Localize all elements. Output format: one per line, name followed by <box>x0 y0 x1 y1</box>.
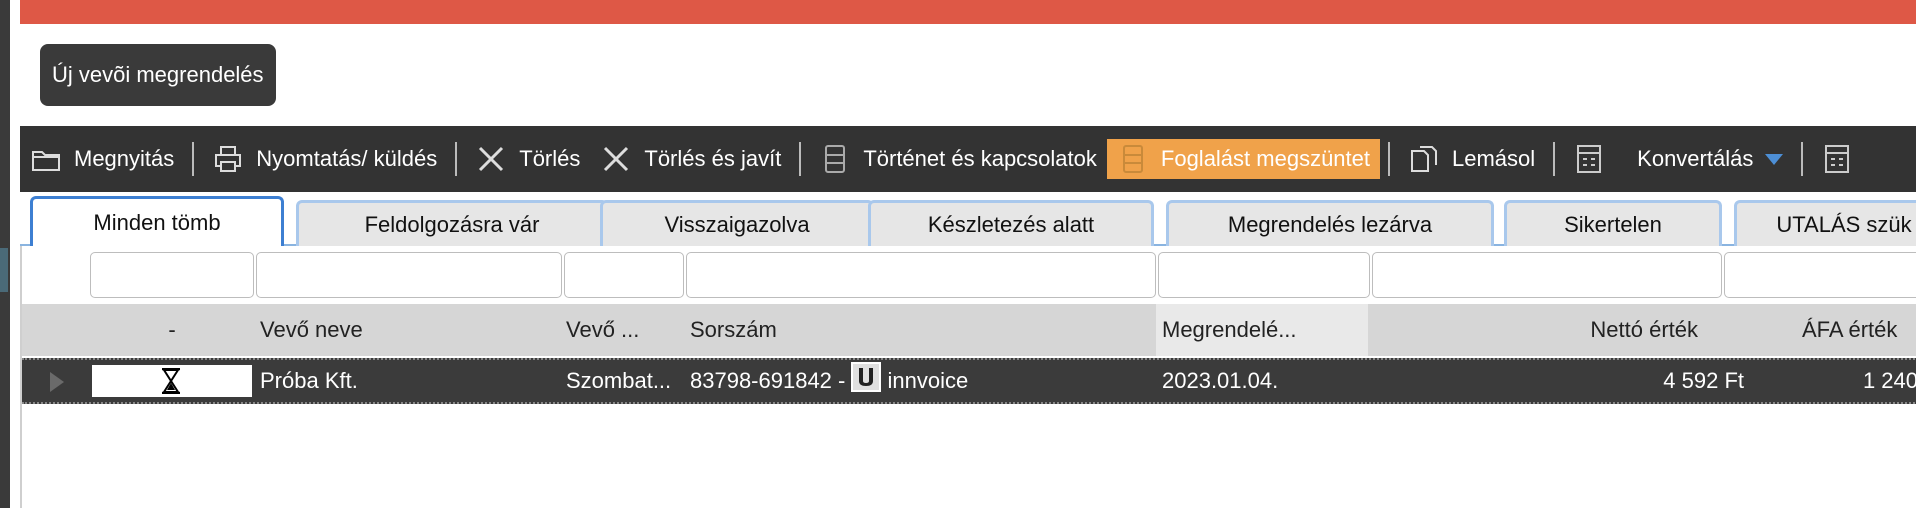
toolbar-separator <box>1553 142 1556 176</box>
toolbar-separator <box>1801 142 1804 176</box>
serial-suffix: innvoice <box>887 368 969 393</box>
filter-vat-value-input[interactable] <box>1724 252 1916 298</box>
copy-icon <box>1411 146 1437 172</box>
filter-net-value-input[interactable] <box>1372 252 1722 298</box>
calculator-icon <box>1577 145 1602 173</box>
hourglass-icon <box>162 368 180 394</box>
tab-all-blocks[interactable]: Minden tömb <box>30 196 284 246</box>
toolbar-separator <box>799 142 802 176</box>
filter-row <box>22 252 1916 300</box>
tab-failed[interactable]: Sikertelen <box>1504 200 1722 246</box>
toolbar: Megnyitás Nyomtatás/ küldés Törlés Törlé… <box>20 126 1916 192</box>
filter-customer-name-input[interactable] <box>256 252 562 298</box>
tab-awaiting-processing[interactable]: Feldolgozásra vár <box>296 200 608 246</box>
status-cell <box>92 365 252 397</box>
column-header-customer-name[interactable]: Vevő neve <box>254 304 560 356</box>
tab-transfer-required[interactable]: UTALÁS szük <box>1734 200 1916 246</box>
cancel-reservation-icon <box>1122 145 1143 173</box>
innvoice-logo-icon <box>851 362 882 392</box>
column-header-order-date[interactable]: Megrendelé... <box>1156 304 1368 356</box>
header-row: - Vevő neve Vevő ... Sorszám Megrendelé.… <box>22 304 1916 356</box>
tab-bar: Minden tömb Feldolgozásra vár Visszaigaz… <box>20 196 1916 246</box>
open-label: Megnyitás <box>74 146 175 171</box>
column-header-vat-value[interactable]: ÁFA érték <box>1796 304 1916 356</box>
delete-fix-icon <box>604 146 629 172</box>
column-header-serial[interactable]: Sorszám <box>684 304 1156 356</box>
copy-button[interactable]: Lemásol <box>1398 139 1545 179</box>
copy-label: Lemásol <box>1452 146 1536 171</box>
filter-customer-extra-input[interactable] <box>564 252 684 298</box>
dropdown-caret-icon <box>1765 153 1784 165</box>
delete-button[interactable]: Törlés <box>465 139 590 179</box>
customer-name-cell: Próba Kft. <box>260 368 358 393</box>
print-send-label: Nyomtatás/ küldés <box>256 146 438 171</box>
order-date-cell: 2023.01.04. <box>1162 368 1279 393</box>
history-icon <box>825 145 846 173</box>
filter-serial-input[interactable] <box>686 252 1156 298</box>
column-header-status[interactable]: - <box>90 304 254 356</box>
calculator-button[interactable] <box>1563 139 1627 179</box>
serial-cell: 83798-691842 - innvoice <box>684 360 1156 402</box>
order-grid: - Vevő neve Vevő ... Sorszám Megrendelé.… <box>20 246 1916 508</box>
gutter-marker <box>0 248 8 292</box>
column-header-customer-extra[interactable]: Vevő ... <box>560 304 684 356</box>
tab-in-stocking[interactable]: Készletezés alatt <box>868 200 1154 246</box>
filter-status-input[interactable] <box>90 252 254 298</box>
column-header-net-value[interactable]: Nettó érték <box>1368 304 1704 356</box>
delete-icon <box>479 146 504 172</box>
toolbar-separator <box>455 142 458 176</box>
customer-extra-cell: Szombat... <box>566 368 672 393</box>
delete-fix-label: Törlés és javít <box>644 146 782 171</box>
left-gutter <box>0 0 10 508</box>
tab-order-closed[interactable]: Megrendelés lezárva <box>1166 200 1494 246</box>
filter-order-date-input[interactable] <box>1158 252 1370 298</box>
cancel-reservation-button[interactable]: Foglalást megszüntet <box>1106 139 1380 179</box>
delete-fix-button[interactable]: Törlés és javít <box>590 139 791 179</box>
calculator-button-2[interactable] <box>1811 139 1875 179</box>
convert-label: Konvertálás <box>1637 146 1754 171</box>
printer-icon <box>215 146 242 172</box>
serial-number: 83798-691842 - <box>690 368 846 393</box>
net-value-cell: 4 592 Ft <box>1663 368 1744 393</box>
toolbar-separator <box>192 142 195 176</box>
expand-row-icon[interactable] <box>50 372 64 392</box>
tab-confirmed[interactable]: Visszaigazolva <box>600 200 874 246</box>
history-label: Történet és kapcsolatok <box>863 146 1097 171</box>
top-bar <box>20 0 1916 24</box>
open-button[interactable]: Megnyitás <box>20 139 184 179</box>
convert-dropdown[interactable]: Konvertálás <box>1627 139 1793 179</box>
vat-value-cell: 1 240 <box>1862 368 1916 393</box>
calculator-icon <box>1825 145 1850 173</box>
print-send-button[interactable]: Nyomtatás/ küldés <box>202 139 447 179</box>
new-order-button[interactable]: Új vevõi megrendelés <box>40 44 276 106</box>
folder-icon <box>32 151 60 171</box>
table-row[interactable]: Próba Kft. Szombat... 83798-691842 - inn… <box>22 358 1916 404</box>
cancel-reservation-label: Foglalást megszüntet <box>1160 146 1370 171</box>
toolbar-separator <box>1388 142 1390 176</box>
delete-label: Törlés <box>519 146 581 171</box>
history-button[interactable]: Történet és kapcsolatok <box>809 139 1107 179</box>
